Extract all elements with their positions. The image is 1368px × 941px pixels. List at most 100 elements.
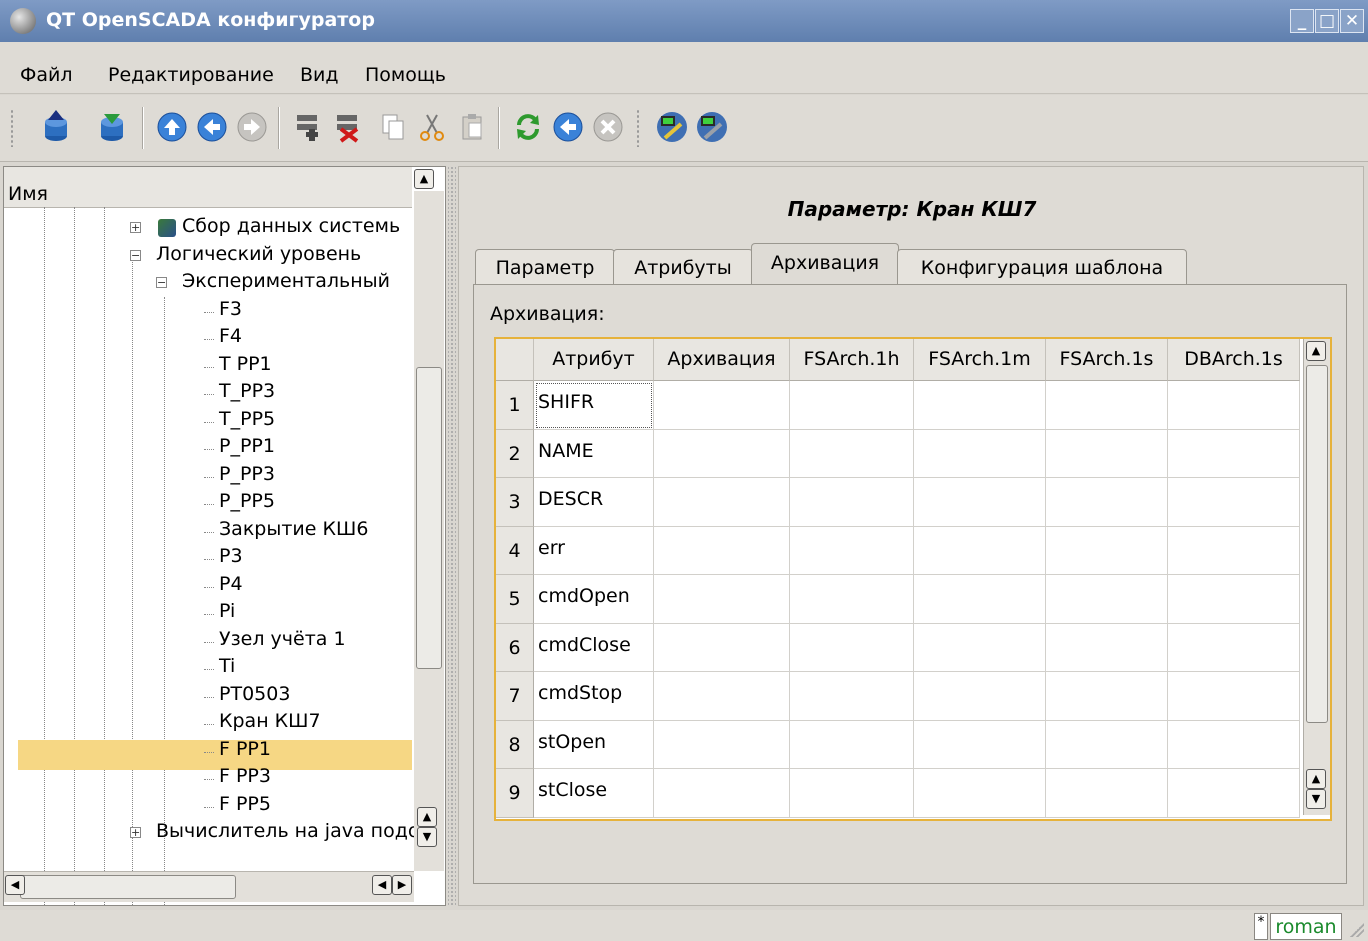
menu-file[interactable]: Файл xyxy=(20,64,73,86)
minimize-button[interactable]: _ xyxy=(1290,9,1314,33)
archive-cell[interactable] xyxy=(914,769,1046,818)
row-number[interactable]: 2 xyxy=(496,429,534,478)
archive-cell[interactable] xyxy=(914,623,1046,672)
column-header[interactable]: DBArch.1s xyxy=(1168,339,1300,381)
archive-cell[interactable] xyxy=(914,526,1046,575)
add-item-icon[interactable] xyxy=(288,107,328,147)
attribute-cell[interactable]: cmdOpen xyxy=(534,575,654,624)
paste-icon[interactable] xyxy=(452,107,492,147)
tree-node[interactable]: P_PP5 xyxy=(219,490,275,512)
tree-node[interactable]: P_PP3 xyxy=(219,463,275,485)
tree-node[interactable]: F PP1 xyxy=(219,738,271,760)
table-scroll-up-button[interactable]: ▲ xyxy=(1306,341,1326,361)
archive-cell[interactable] xyxy=(654,526,790,575)
archive-cell[interactable] xyxy=(1046,672,1168,721)
refresh-icon[interactable] xyxy=(508,107,548,147)
archive-cell[interactable] xyxy=(790,478,914,527)
menu-view[interactable]: Вид xyxy=(300,64,339,86)
archive-cell[interactable] xyxy=(1046,429,1168,478)
tree-node[interactable]: Логический уровень xyxy=(156,243,361,265)
tree-node[interactable]: P4 xyxy=(219,573,243,595)
row-number[interactable]: 6 xyxy=(496,623,534,672)
tree-node[interactable]: Закрытие КШ6 xyxy=(219,518,368,540)
close-button[interactable]: ✕ xyxy=(1340,9,1364,33)
archive-cell[interactable] xyxy=(914,478,1046,527)
archive-cell[interactable] xyxy=(654,575,790,624)
archive-cell[interactable] xyxy=(1046,381,1168,430)
row-number[interactable]: 5 xyxy=(496,575,534,624)
archive-cell[interactable] xyxy=(790,381,914,430)
archive-cell[interactable] xyxy=(1168,381,1300,430)
archive-cell[interactable] xyxy=(914,672,1046,721)
tree-expand-toggle[interactable]: − xyxy=(130,249,141,261)
archive-cell[interactable] xyxy=(790,623,914,672)
attribute-cell[interactable]: NAME xyxy=(534,429,654,478)
cut-icon[interactable] xyxy=(412,107,452,147)
archiving-table[interactable]: Атрибут Архивация FSArch.1h FSArch.1m FSArch… xyxy=(494,337,1332,821)
attribute-cell[interactable]: stOpen xyxy=(534,720,654,769)
attribute-cell[interactable]: err xyxy=(534,526,654,575)
archive-cell[interactable] xyxy=(914,429,1046,478)
attribute-cell[interactable]: cmdStop xyxy=(534,672,654,721)
tree-scroll-left-button-2[interactable]: ◀ xyxy=(372,875,392,895)
tree-node[interactable]: F4 xyxy=(219,325,242,347)
tree-node[interactable]: T_PP5 xyxy=(219,408,275,430)
archive-cell[interactable] xyxy=(1168,623,1300,672)
tree-node[interactable]: Кран КШ7 xyxy=(219,710,321,732)
archive-cell[interactable] xyxy=(1168,575,1300,624)
panel-splitter[interactable] xyxy=(448,166,456,906)
row-number[interactable]: 8 xyxy=(496,720,534,769)
archive-cell[interactable] xyxy=(790,575,914,624)
archive-cell[interactable] xyxy=(1046,478,1168,527)
resize-grip[interactable] xyxy=(1350,923,1364,937)
table-scroll-up-small-button[interactable]: ▲ xyxy=(1306,769,1326,789)
tree-node[interactable]: F PP3 xyxy=(219,765,271,787)
tree-node[interactable]: Pi xyxy=(219,600,235,622)
window-titlebar[interactable]: QT OpenSCADA конфигуратор _ □ ✕ xyxy=(0,0,1368,42)
tree-node[interactable]: Узел учёта 1 xyxy=(219,628,346,650)
archive-cell[interactable] xyxy=(1168,478,1300,527)
archive-cell[interactable] xyxy=(790,429,914,478)
row-number[interactable]: 3 xyxy=(496,478,534,527)
tree-vscroll-handle[interactable] xyxy=(416,367,442,669)
row-number[interactable]: 1 xyxy=(496,381,534,430)
tree-node[interactable]: Ti xyxy=(219,655,235,677)
row-number[interactable]: 4 xyxy=(496,526,534,575)
menu-edit[interactable]: Редактирование xyxy=(108,64,274,86)
stop-icon[interactable] xyxy=(588,107,628,147)
toolbar-grip[interactable] xyxy=(10,109,14,147)
archive-cell[interactable] xyxy=(1046,575,1168,624)
maximize-button[interactable]: □ xyxy=(1315,9,1339,33)
db-save-icon[interactable] xyxy=(92,107,132,147)
delete-item-icon[interactable] xyxy=(328,107,368,147)
row-number[interactable]: 9 xyxy=(496,769,534,818)
attribute-cell[interactable]: SHIFR xyxy=(534,381,654,430)
table-vscroll-handle[interactable] xyxy=(1306,365,1328,723)
archive-cell[interactable] xyxy=(654,381,790,430)
back-icon[interactable] xyxy=(192,107,232,147)
table-vertical-scrollbar[interactable]: ▲ ▲ ▼ xyxy=(1303,339,1330,815)
archive-cell[interactable] xyxy=(790,769,914,818)
archive-cell[interactable] xyxy=(790,672,914,721)
tab-template-config[interactable]: Конфигурация шаблона xyxy=(897,249,1187,286)
row-number[interactable]: 7 xyxy=(496,672,534,721)
archive-cell[interactable] xyxy=(654,720,790,769)
tree-scroll-left-button[interactable]: ◀ xyxy=(5,875,25,895)
table-corner[interactable] xyxy=(496,339,534,381)
tree-vertical-scrollbar[interactable] xyxy=(414,191,444,871)
table-scroll-down-button[interactable]: ▼ xyxy=(1306,789,1326,809)
archive-cell[interactable] xyxy=(1046,526,1168,575)
archive-cell[interactable] xyxy=(654,478,790,527)
tab-parameter[interactable]: Параметр xyxy=(475,249,615,286)
tree-node[interactable]: P_PP1 xyxy=(219,435,275,457)
archive-cell[interactable] xyxy=(1168,429,1300,478)
column-header[interactable]: FSArch.1s xyxy=(1046,339,1168,381)
forward-icon[interactable] xyxy=(232,107,272,147)
archive-cell[interactable] xyxy=(1046,623,1168,672)
column-header[interactable]: FSArch.1m xyxy=(914,339,1046,381)
tree-scroll-up-button[interactable]: ▲ xyxy=(414,169,434,189)
column-header[interactable]: Атрибут xyxy=(534,339,654,381)
tab-attributes[interactable]: Атрибуты xyxy=(613,249,753,286)
attribute-cell[interactable]: DESCR xyxy=(534,478,654,527)
column-header[interactable]: Архивация xyxy=(654,339,790,381)
